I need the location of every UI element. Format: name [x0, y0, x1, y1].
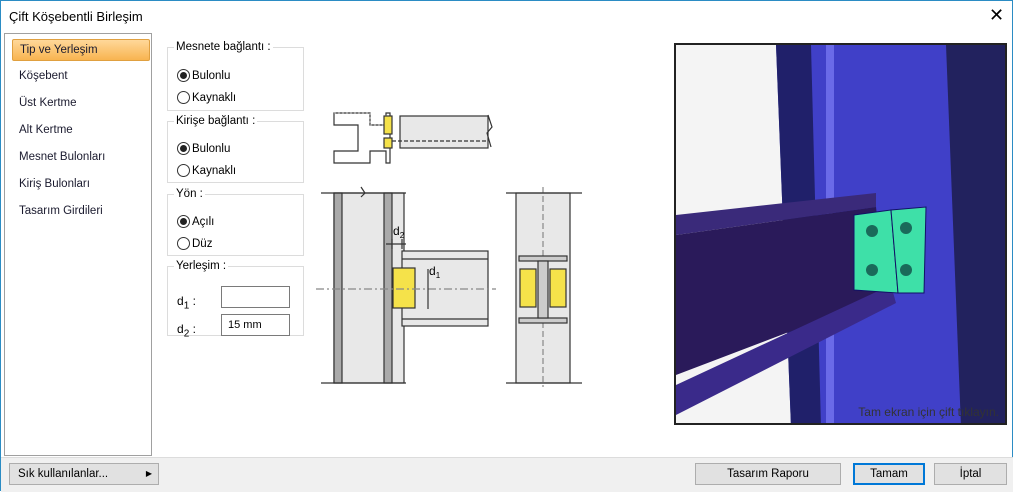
radio-label: Bulonlu	[192, 142, 231, 155]
radio-indicator	[177, 142, 190, 155]
mesnet-connection-group: Mesnete bağlantı : Bulonlu Kaynaklı	[167, 41, 304, 111]
mesnet-connection-legend: Mesnete bağlantı :	[176, 41, 271, 53]
direction-group: Yön : Açılı Düz	[167, 188, 304, 256]
sidebar-item-tasarim-girdileri[interactable]: Tasarım Girdileri	[12, 200, 150, 222]
plan-view	[333, 112, 493, 164]
sidebar-item-ust-kertme[interactable]: Üst Kertme	[12, 92, 150, 114]
cancel-button[interactable]: İptal	[934, 463, 1007, 485]
beam-bolted-radio[interactable]: Bulonlu	[177, 142, 230, 155]
direction-angled-radio[interactable]: Açılı	[177, 215, 214, 228]
design-report-button[interactable]: Tasarım Raporu	[695, 463, 841, 485]
chevron-right-icon: ▶	[145, 469, 152, 478]
beam-welded-radio[interactable]: Kaynaklı	[177, 164, 236, 177]
connection-diagram: d2 d1	[316, 112, 582, 387]
d2-label: d2 :	[177, 322, 196, 340]
mesnet-bolted-radio[interactable]: Bulonlu	[177, 69, 230, 82]
mesnet-welded-radio[interactable]: Kaynaklı	[177, 91, 236, 104]
sidebar-item-kiris-bulonlari[interactable]: Kiriş Bulonları	[12, 173, 150, 195]
placement-legend: Yerleşim :	[176, 260, 227, 272]
radio-indicator	[177, 69, 190, 82]
elevation-view	[316, 186, 496, 384]
d1-input[interactable]	[221, 286, 290, 308]
beam-connection-legend: Kirişe bağlantı :	[176, 115, 256, 127]
sidebar-item-alt-kertme[interactable]: Alt Kertme	[12, 119, 150, 141]
direction-legend: Yön :	[176, 188, 203, 200]
ok-button[interactable]: Tamam	[853, 463, 925, 485]
sidebar: Tip ve Yerleşim Köşebent Üst Kertme Alt …	[4, 33, 152, 456]
sidebar-item-mesnet-bulonlari[interactable]: Mesnet Bulonları	[12, 146, 150, 168]
radio-label: Kaynaklı	[192, 164, 237, 177]
radio-label: Düz	[192, 237, 213, 250]
radio-label: Bulonlu	[192, 69, 231, 82]
d2-input[interactable]	[221, 314, 290, 336]
window-title: Çift Köşebentli Birleşim	[9, 9, 143, 24]
3d-viewer[interactable]: Tam ekran için çift tıklayın.	[674, 43, 1007, 425]
radio-indicator	[177, 91, 190, 104]
close-button[interactable]: ✕	[989, 5, 1004, 26]
placement-group: Yerleşim : d1 : d2 :	[167, 260, 304, 340]
section-view	[506, 187, 582, 387]
radio-indicator	[177, 215, 190, 228]
radio-indicator	[177, 164, 190, 177]
fullscreen-hint: Tam ekran için çift tıklayın.	[858, 405, 999, 419]
direction-straight-radio[interactable]: Düz	[177, 237, 212, 250]
d1-label: d1 :	[177, 294, 196, 312]
radio-indicator	[177, 237, 190, 250]
radio-label: Kaynaklı	[192, 91, 237, 104]
favorites-button[interactable]: Sık kullanılanlar... ▶	[9, 463, 159, 485]
beam-connection-group: Kirişe bağlantı : Bulonlu Kaynaklı	[167, 115, 304, 183]
sidebar-item-kosebent[interactable]: Köşebent	[12, 65, 150, 87]
sidebar-item-tip-ve-yerlesim[interactable]: Tip ve Yerleşim	[12, 39, 150, 61]
3d-model-render	[676, 45, 1005, 423]
radio-label: Açılı	[192, 215, 215, 228]
favorites-label: Sık kullanılanlar...	[18, 468, 109, 480]
